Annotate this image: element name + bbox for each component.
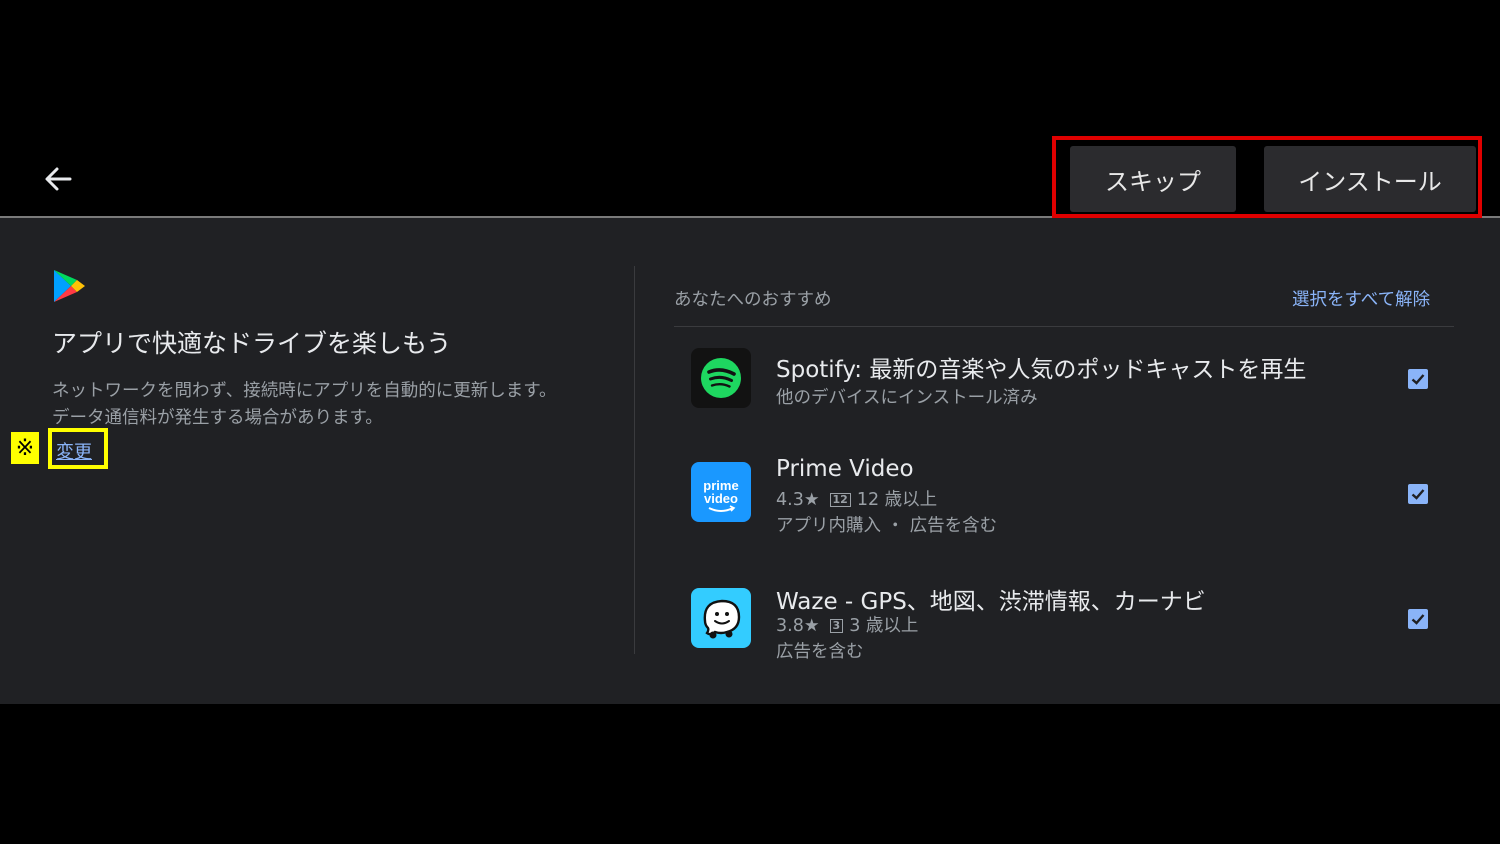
app-title: Waze - GPS、地図、渋滞情報、カーナビ	[776, 589, 1206, 615]
svg-text:video: video	[704, 491, 738, 506]
description-line-2: データ通信料が発生する場合があります。	[52, 408, 383, 428]
app-title: Spotify: 最新の音楽や人気のポッドキャストを再生	[776, 357, 1307, 383]
change-link[interactable]: 変更	[56, 438, 92, 464]
app-age: 3 歳以上	[849, 616, 919, 636]
main-panel: アプリで快適なドライブを楽しもう ネットワークを問わず、接続時にアプリを自動的に…	[0, 218, 1500, 704]
app-row-spotify[interactable]: Spotify: 最新の音楽や人気のポッドキャストを再生 他のデバイスにインスト…	[674, 336, 1454, 446]
google-play-icon	[54, 270, 85, 302]
app-meta: 3.8★ 3 3 歳以上	[776, 612, 918, 637]
app-status: 他のデバイスにインストール済み	[776, 388, 1038, 408]
app-age: 12 歳以上	[856, 490, 938, 510]
back-arrow-icon[interactable]	[40, 164, 76, 194]
app-row-prime-video[interactable]: prime video Prime Video 4.3★ 12 12 歳以上 アプリ…	[674, 450, 1454, 560]
description-line-1: ネットワークを問わず、接続時にアプリを自動的に更新します。	[52, 381, 557, 401]
horizontal-divider	[674, 326, 1454, 327]
app-rating: 3.8★	[776, 616, 820, 636]
app-checkbox[interactable]	[1408, 609, 1428, 629]
deselect-all-link[interactable]: 選択をすべて解除	[1292, 286, 1430, 311]
app-row-waze[interactable]: Waze - GPS、地図、渋滞情報、カーナビ 3.8★ 3 3 歳以上 広告を含む	[674, 576, 1454, 686]
waze-icon	[691, 588, 751, 648]
age-rating-badge: 3	[829, 619, 844, 633]
app-rating: 4.3★	[776, 490, 820, 510]
page-title: アプリで快適なドライブを楽しもう	[52, 329, 452, 358]
app-info: アプリ内購入 ・ 広告を含む	[776, 516, 998, 536]
vertical-divider	[634, 266, 635, 654]
app-checkbox[interactable]	[1408, 369, 1428, 389]
spotify-icon	[691, 348, 751, 408]
red-highlight-box	[1052, 136, 1482, 218]
check-icon	[1411, 614, 1425, 625]
description: ネットワークを問わず、接続時にアプリを自動的に更新します。 データ通信料が発生す…	[52, 378, 612, 432]
recommend-heading: あなたへのおすすめ	[674, 290, 832, 310]
check-icon	[1411, 374, 1425, 385]
app-title: Prime Video	[776, 456, 914, 482]
age-rating-badge: 12	[829, 493, 851, 507]
check-icon	[1411, 489, 1425, 500]
app-checkbox[interactable]	[1408, 484, 1428, 504]
prime-video-icon: prime video	[691, 462, 751, 522]
app-meta: 4.3★ 12 12 歳以上	[776, 486, 937, 511]
app-info: 広告を含む	[776, 642, 864, 662]
note-mark: ※	[11, 432, 39, 464]
